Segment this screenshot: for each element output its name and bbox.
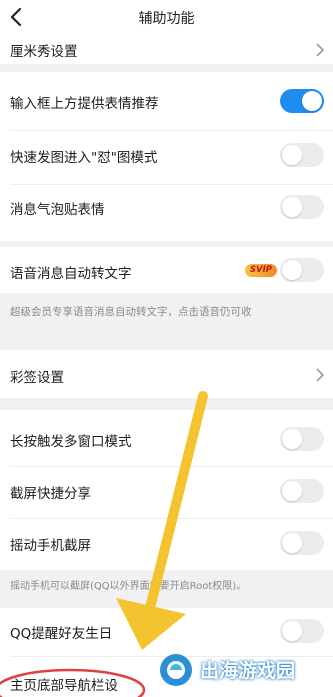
watermark-logo-icon bbox=[160, 654, 192, 686]
pointer-arrow-annotation bbox=[116, 391, 208, 650]
watermark-text: 出海游戏园 bbox=[200, 660, 296, 682]
site-watermark: 出海游戏园 bbox=[156, 651, 326, 689]
